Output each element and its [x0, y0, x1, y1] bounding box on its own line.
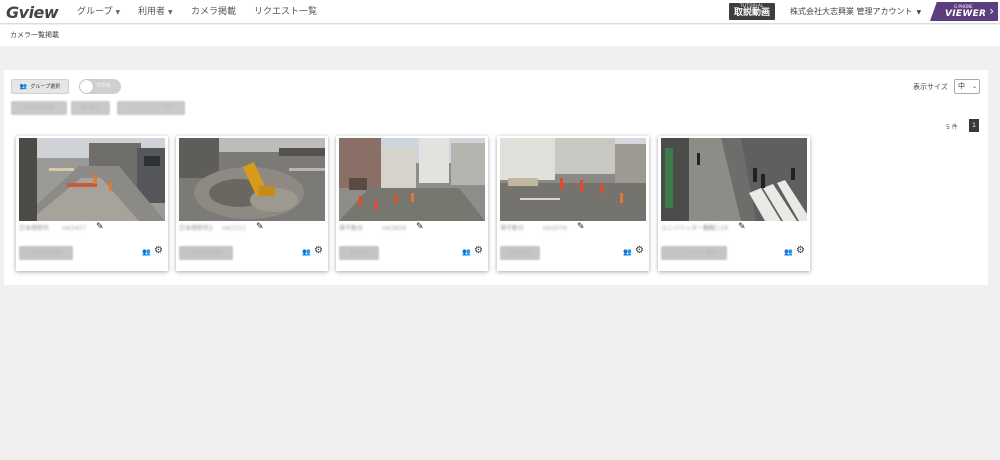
tutorial-label: 取説動画	[733, 8, 770, 18]
chevron-right-icon: ›	[989, 4, 994, 18]
people-icon[interactable]: 👥	[142, 248, 151, 256]
group-chip[interactable]: ユニバリッター新所	[117, 101, 185, 115]
camera-thumbnail[interactable]	[661, 138, 807, 221]
camera-card[interactable]: 港不動台 HA2076 ✎ 港不動台 👥 ⚙	[497, 136, 649, 271]
nav-item-label: 利用者	[138, 7, 166, 17]
camera-thumbnail[interactable]	[339, 138, 485, 221]
pencil-icon[interactable]: ✎	[416, 222, 426, 234]
viewer-label: VIEWER	[945, 9, 987, 19]
group-tag[interactable]: 港不動台	[500, 246, 540, 260]
chevron-down-icon: ⌄	[971, 83, 977, 90]
nav-item-label: カメラ掲載	[191, 7, 237, 17]
toggle-label: 非所属	[96, 83, 112, 89]
nav-item-group[interactable]: グループ ▼	[77, 0, 120, 24]
camera-card[interactable]: 港不動台 HA2859 ✎ 港不動台 👥 ⚙	[336, 136, 488, 271]
gear-icon[interactable]: ⚙	[635, 245, 644, 256]
app-logo[interactable]: Gview	[6, 1, 59, 23]
account-menu[interactable]: 株式会社大志興業 管理アカウント ▼	[790, 0, 921, 24]
logo-text: Gview	[6, 2, 59, 22]
gear-icon[interactable]: ⚙	[314, 245, 323, 256]
camera-snapshot-image	[339, 138, 485, 221]
display-size-value: 中	[958, 82, 965, 90]
gear-icon[interactable]: ⚙	[154, 245, 163, 256]
gear-icon[interactable]: ⚙	[474, 245, 483, 256]
camera-card[interactable]: ユニバリッター新所 HA2129 ✎ ユニバリッター新所 👥 ⚙	[658, 136, 810, 271]
pencil-icon[interactable]: ✎	[256, 222, 266, 234]
nav-item-requests[interactable]: リクエスト一覧	[254, 0, 317, 24]
unassigned-toggle[interactable]: 非所属	[79, 79, 121, 94]
breadcrumb-bar: カメラ一覧掲載	[0, 25, 1000, 46]
camera-thumbnail[interactable]	[500, 138, 646, 221]
camera-thumbnail[interactable]	[179, 138, 325, 221]
group-chip[interactable]: 港不動台	[71, 101, 110, 115]
nav-item-label: グループ	[77, 7, 113, 17]
caret-down-icon: ▼	[168, 9, 173, 16]
camera-snapshot-image	[500, 138, 646, 221]
account-name: 株式会社大志興業 管理アカウント	[790, 7, 913, 16]
group-tag[interactable]: 日本橋新所属	[179, 246, 233, 260]
display-size-select[interactable]: 中 ⌄	[954, 79, 980, 94]
group-chip[interactable]: 日本橋新所属	[11, 101, 67, 115]
result-count: 5 件	[946, 124, 958, 131]
caret-down-icon: ▼	[916, 9, 922, 16]
camera-card[interactable]: 日本橋新所 HA2407 ✎ 日本橋新所属 👥 ⚙	[16, 136, 168, 271]
people-icon: 👥	[19, 83, 28, 90]
camera-id: HA2407	[62, 225, 86, 232]
camera-id: HA2076	[543, 225, 567, 232]
top-navigation-bar: Gview グループ ▼ 利用者 ▼ カメラ掲載 リクエスト一覧 TUTORIAL …	[0, 0, 1000, 24]
group-tag[interactable]: 港不動台	[339, 246, 379, 260]
camera-id: HA2129	[704, 225, 728, 232]
camera-thumbnail[interactable]	[19, 138, 165, 221]
camera-id: HA2859	[382, 225, 406, 232]
display-size-label: 表示サイズ	[913, 83, 948, 91]
group-tag[interactable]: 日本橋新所属	[19, 246, 73, 260]
gear-icon[interactable]: ⚙	[796, 245, 805, 256]
pencil-icon[interactable]: ✎	[738, 222, 748, 234]
people-icon[interactable]: 👥	[462, 248, 471, 256]
gphone-viewer-button[interactable]: G-PHONE VIEWER ›	[930, 2, 998, 21]
pagination-page-button[interactable]: 1	[969, 119, 979, 132]
group-tag[interactable]: ユニバリッター新所	[661, 246, 727, 260]
people-icon[interactable]: 👥	[784, 248, 793, 256]
camera-snapshot-image	[19, 138, 165, 221]
nav-item-users[interactable]: 利用者 ▼	[138, 0, 173, 24]
tutorial-video-button[interactable]: TUTORIAL 取説動画	[729, 3, 775, 20]
camera-snapshot-image	[179, 138, 325, 221]
group-select-button[interactable]: 👥 グループ選択	[11, 79, 69, 94]
group-select-label: グループ選択	[30, 84, 61, 90]
camera-list-panel: 👥 グループ選択 非所属 日本橋新所属 港不動台 ユニバリッター新所 表示サイズ …	[4, 70, 988, 285]
people-icon[interactable]: 👥	[302, 248, 311, 256]
nav-item-camera-list[interactable]: カメラ掲載	[191, 0, 236, 24]
nav-item-label: リクエスト一覧	[254, 7, 318, 17]
caret-down-icon: ▼	[115, 9, 121, 16]
toggle-knob	[80, 80, 93, 93]
breadcrumb: カメラ一覧掲載	[10, 31, 59, 39]
people-icon[interactable]: 👥	[623, 248, 632, 256]
camera-card[interactable]: 日本橋新所2 HA2151 ✎ 日本橋新所属 👥 ⚙	[176, 136, 328, 271]
camera-snapshot-image	[661, 138, 807, 221]
pencil-icon[interactable]: ✎	[96, 222, 106, 234]
camera-id: HA2151	[222, 225, 246, 232]
pencil-icon[interactable]: ✎	[577, 222, 587, 234]
